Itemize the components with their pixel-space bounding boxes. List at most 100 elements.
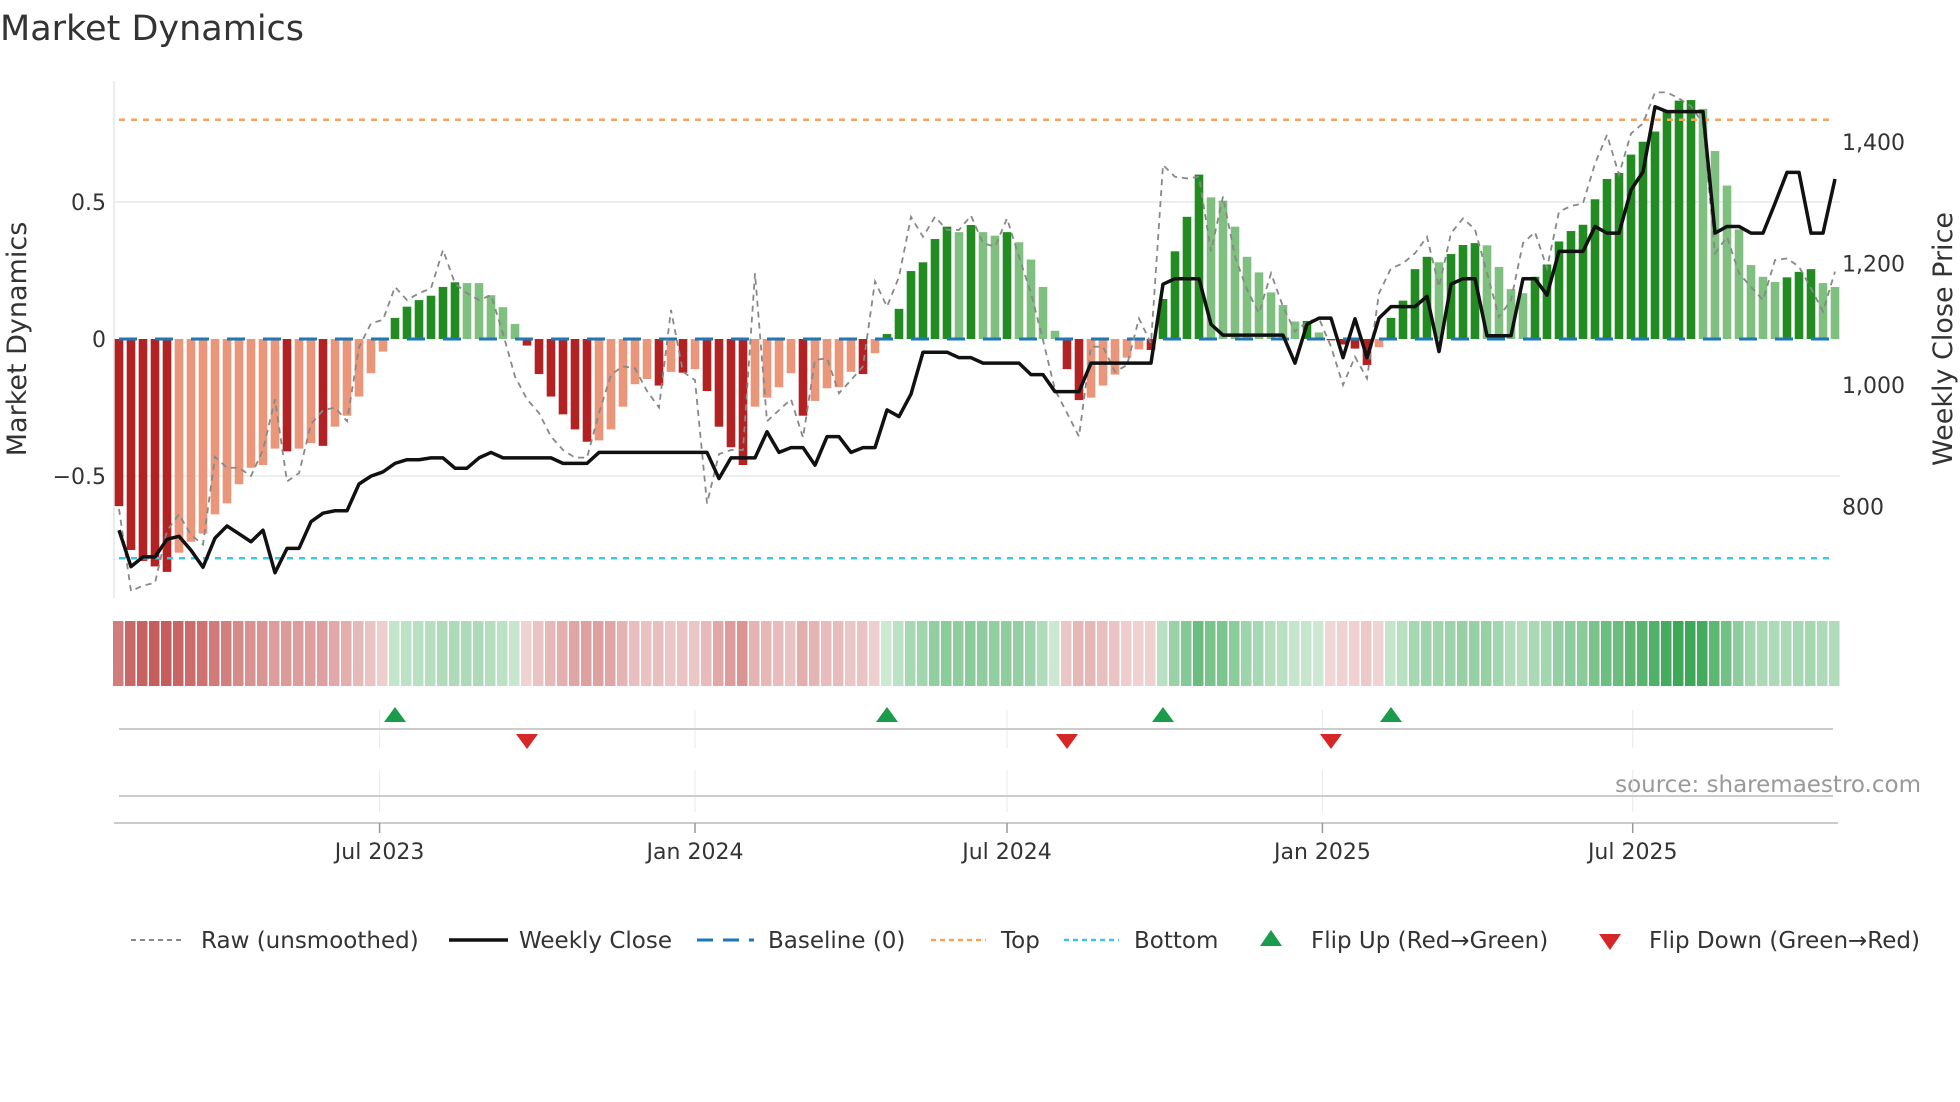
heat-cell — [1769, 621, 1780, 686]
bar — [1722, 185, 1732, 339]
heat-cell — [869, 621, 880, 686]
bar — [786, 339, 796, 374]
heat-cell — [401, 621, 412, 686]
flip-up-marker — [384, 707, 406, 722]
heat-cell — [1025, 621, 1036, 686]
y-right-tick-label: 1,200 — [1842, 253, 1905, 278]
heat-cell — [1637, 621, 1648, 686]
heat-cell — [425, 621, 436, 686]
y-right-tick-label: 1,000 — [1842, 374, 1905, 399]
bar — [1830, 286, 1840, 339]
heat-cell — [485, 621, 496, 686]
heat-cell — [1037, 621, 1048, 686]
heat-cell — [977, 621, 988, 686]
heat-cell — [965, 621, 976, 686]
heat-cell — [1073, 621, 1084, 686]
bar — [606, 339, 616, 430]
heat-cell — [893, 621, 904, 686]
bar — [270, 339, 280, 449]
bar — [930, 238, 940, 339]
bar — [822, 339, 832, 389]
chart-title: Market Dynamics — [0, 9, 304, 49]
bar — [222, 339, 232, 504]
heat-cell — [1289, 621, 1300, 686]
heat-cell — [437, 621, 448, 686]
heat-cell — [509, 621, 520, 686]
heat-cell — [1409, 621, 1420, 686]
bar — [534, 339, 544, 375]
bar — [1242, 256, 1252, 339]
reference-lines — [119, 118, 1833, 560]
heat-cell — [1013, 621, 1024, 686]
bar — [798, 339, 808, 416]
legend-raw-label: Raw (unsmoothed) — [201, 928, 419, 954]
heat-cell — [1709, 621, 1720, 686]
y-axis-label: Market Dynamics — [2, 222, 33, 457]
heat-cell — [761, 621, 772, 686]
heat-cell — [929, 621, 940, 686]
heat-cell — [1217, 621, 1228, 686]
heat-cell — [821, 621, 832, 686]
bar — [1650, 131, 1660, 339]
flip-up-marker — [876, 707, 898, 722]
heat-cell — [533, 621, 544, 686]
bar — [438, 286, 448, 339]
bar — [1218, 200, 1228, 339]
heat-cell — [377, 621, 388, 686]
x-tick-label: Jul 2024 — [960, 840, 1052, 865]
heat-cell — [1061, 621, 1072, 686]
bars — [114, 100, 1840, 572]
bar — [1230, 226, 1240, 339]
heat-cell — [461, 621, 472, 686]
heat-cell — [1193, 621, 1204, 686]
bar — [426, 295, 436, 339]
bar — [234, 339, 244, 485]
heat-cell — [1589, 621, 1600, 686]
heat-cell — [197, 621, 208, 686]
heat-cell — [809, 621, 820, 686]
bar — [402, 306, 412, 339]
heat-cell — [1781, 621, 1792, 686]
heat-cell — [233, 621, 244, 686]
heat-cell — [1469, 621, 1480, 686]
heat-cell — [785, 621, 796, 686]
bar — [1602, 178, 1612, 339]
heat-cell — [989, 621, 1000, 686]
heat-cell — [1313, 621, 1324, 686]
heat-cell — [1829, 621, 1840, 686]
heat-cell — [1349, 621, 1360, 686]
bar — [1110, 339, 1120, 375]
heat-cell — [1529, 621, 1540, 686]
bar — [378, 339, 388, 352]
bar — [1530, 276, 1540, 339]
raw-line — [118, 91, 1836, 593]
heat-cell — [653, 621, 664, 686]
bar — [1494, 266, 1504, 339]
heat-cell — [1553, 621, 1564, 686]
heat-cell — [281, 621, 292, 686]
heat-cell — [1337, 621, 1348, 686]
legend-flip-up-label: Flip Up (Red→Green) — [1311, 928, 1548, 954]
bar — [330, 339, 340, 427]
bar — [618, 339, 628, 407]
heat-cell — [941, 621, 952, 686]
heat-cell — [1241, 621, 1252, 686]
heat-cell — [1433, 621, 1444, 686]
heat-cell — [1181, 621, 1192, 686]
bar — [702, 339, 712, 392]
bar — [726, 339, 736, 448]
heat-cell — [1601, 621, 1612, 686]
heat-cell — [329, 621, 340, 686]
heat-cell — [749, 621, 760, 686]
heat-cell — [605, 621, 616, 686]
heat-cell — [1757, 621, 1768, 686]
flip-down-icon — [1599, 934, 1621, 950]
bar — [1542, 264, 1552, 339]
bar — [654, 339, 664, 386]
bar — [690, 339, 700, 370]
bar — [1002, 232, 1012, 339]
bar — [198, 339, 208, 534]
bar — [1386, 317, 1396, 339]
x-tick-label: Jul 2025 — [1586, 840, 1678, 865]
bar — [990, 235, 1000, 339]
